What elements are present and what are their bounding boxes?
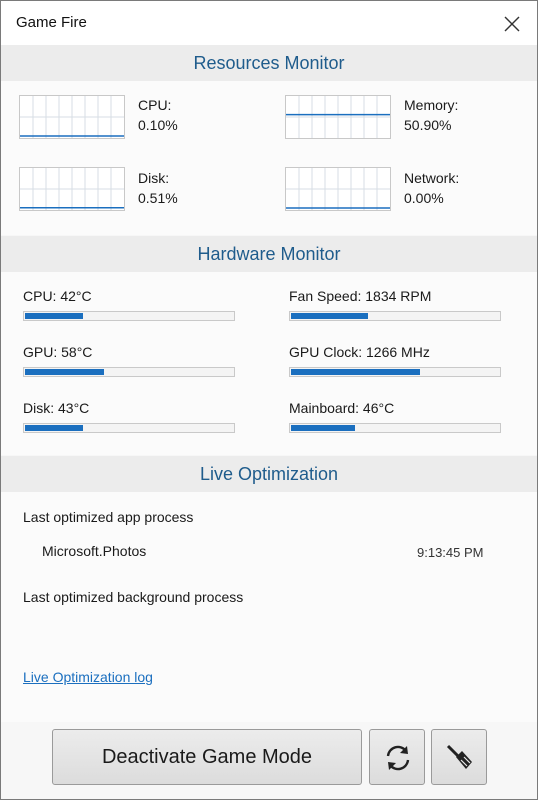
mainboard-temp-bar bbox=[289, 423, 501, 433]
gpu-clock-bar bbox=[289, 367, 501, 377]
live-optimization-header: Live Optimization bbox=[1, 456, 537, 492]
refresh-icon bbox=[386, 745, 410, 771]
network-resource-name: Network: bbox=[404, 170, 460, 186]
disk-temp-label: Disk: 43°C bbox=[23, 400, 90, 416]
cpu-resource-label: CPU: 0.10% bbox=[138, 95, 178, 135]
live-optimization-log-link[interactable]: Live Optimization log bbox=[23, 669, 153, 685]
close-button[interactable] bbox=[497, 9, 527, 39]
cpu-temp-bar bbox=[23, 311, 235, 321]
title-bar: Game Fire bbox=[1, 1, 537, 45]
app-process-time: 9:13:45 PM bbox=[417, 545, 484, 560]
network-resource-value: 0.00% bbox=[404, 190, 444, 206]
network-graph-plot bbox=[286, 168, 390, 210]
disk-graph-plot bbox=[20, 168, 124, 210]
close-icon bbox=[504, 16, 520, 32]
hardware-monitor-panel: CPU: 42°C Fan Speed: 1834 RPM GPU: 58°C … bbox=[1, 272, 537, 455]
cpu-temp-label: CPU: 42°C bbox=[23, 288, 92, 304]
gpu-temp-bar bbox=[23, 367, 235, 377]
broom-icon bbox=[446, 744, 472, 769]
disk-resource-value: 0.51% bbox=[138, 190, 178, 206]
memory-graph-plot bbox=[286, 96, 390, 138]
app-process-label: Last optimized app process bbox=[23, 509, 194, 525]
deactivate-game-mode-button[interactable]: Deactivate Game Mode bbox=[52, 729, 362, 785]
disk-temp-bar bbox=[23, 423, 235, 433]
refresh-button[interactable] bbox=[369, 729, 425, 785]
gpu-clock-label: GPU Clock: 1266 MHz bbox=[289, 344, 430, 360]
disk-resource-name: Disk: bbox=[138, 170, 170, 186]
disk-temp-fill bbox=[25, 425, 83, 431]
gpu-temp-label: GPU: 58°C bbox=[23, 344, 93, 360]
disk-graph bbox=[19, 167, 125, 211]
mainboard-temp-fill bbox=[291, 425, 355, 431]
cpu-temp-fill bbox=[25, 313, 83, 319]
fan-speed-bar bbox=[289, 311, 501, 321]
memory-resource-value: 50.90% bbox=[404, 117, 452, 133]
clean-button[interactable] bbox=[431, 729, 487, 785]
app-process-name: Microsoft.Photos bbox=[42, 543, 147, 559]
gpu-clock-fill bbox=[291, 369, 420, 375]
resources-monitor-panel: CPU: 0.10% Memory: 50.90% Disk: 0.51% Ne… bbox=[1, 81, 537, 235]
window-title: Game Fire bbox=[16, 14, 87, 31]
mainboard-temp-label: Mainboard: 46°C bbox=[289, 400, 395, 416]
cpu-graph bbox=[19, 95, 125, 139]
gpu-temp-fill bbox=[25, 369, 104, 375]
fan-speed-label: Fan Speed: 1834 RPM bbox=[289, 288, 432, 304]
cpu-resource-name: CPU: bbox=[138, 97, 172, 113]
cpu-resource-value: 0.10% bbox=[138, 117, 178, 133]
hardware-monitor-header: Hardware Monitor bbox=[1, 236, 537, 272]
network-graph bbox=[285, 167, 391, 211]
resources-monitor-header: Resources Monitor bbox=[1, 45, 537, 81]
live-optimization-panel: Last optimized app process Microsoft.Pho… bbox=[1, 492, 537, 722]
memory-resource-label: Memory: 50.90% bbox=[404, 95, 458, 135]
fan-speed-fill bbox=[291, 313, 368, 319]
memory-graph bbox=[285, 95, 391, 139]
cpu-graph-plot bbox=[20, 96, 124, 138]
disk-resource-label: Disk: 0.51% bbox=[138, 168, 178, 208]
memory-resource-name: Memory: bbox=[404, 97, 459, 113]
app-window: Game Fire Resources Monitor CPU: 0.10% M… bbox=[0, 0, 538, 800]
network-resource-label: Network: 0.00% bbox=[404, 168, 459, 208]
background-process-label: Last optimized background process bbox=[23, 589, 244, 605]
